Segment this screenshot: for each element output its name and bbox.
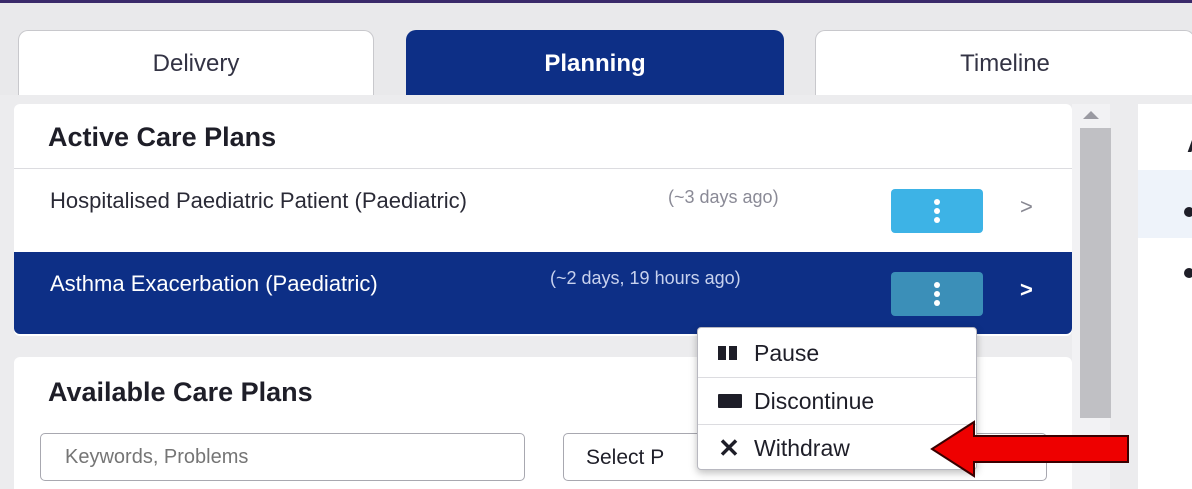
chevron-right-icon[interactable]: > xyxy=(1020,194,1033,220)
kebab-icon xyxy=(934,199,940,223)
bullet-icon xyxy=(1184,207,1192,217)
menu-item-pause[interactable]: Pause xyxy=(698,330,976,376)
right-panel-highlight xyxy=(1138,170,1192,238)
menu-item-label: Withdraw xyxy=(754,434,850,461)
right-panel xyxy=(1138,104,1192,489)
tab-planning[interactable]: Planning xyxy=(406,30,784,96)
menu-item-discontinue[interactable]: Discontinue xyxy=(698,377,976,424)
kebab-menu-button[interactable] xyxy=(891,189,983,233)
stop-icon xyxy=(716,392,742,410)
scrollbar-thumb[interactable] xyxy=(1080,128,1111,418)
tab-delivery[interactable]: Delivery xyxy=(18,30,374,96)
chevron-right-icon[interactable]: > xyxy=(1020,277,1033,303)
keywords-search-input[interactable] xyxy=(40,433,525,481)
tab-delivery-label: Delivery xyxy=(152,49,240,77)
kebab-icon xyxy=(934,282,940,306)
active-care-plans-card: Active Care Plans Hospitalised Paediatri… xyxy=(14,104,1072,336)
care-plan-row-selected[interactable]: Asthma Exacerbation (Paediatric) (~2 day… xyxy=(14,252,1072,334)
tab-bar: Delivery Planning Timeline xyxy=(0,3,1192,96)
active-care-plans-title: Active Care Plans xyxy=(48,122,277,152)
care-plan-row[interactable]: Hospitalised Paediatric Patient (Paediat… xyxy=(14,169,1072,251)
care-plan-name: Asthma Exacerbation (Paediatric) xyxy=(50,271,378,296)
tab-planning-label: Planning xyxy=(544,49,646,77)
tab-timeline[interactable]: Timeline xyxy=(815,30,1192,96)
available-care-plans-title: Available Care Plans xyxy=(48,377,313,407)
scroll-up-arrow-icon[interactable] xyxy=(1083,111,1099,119)
pause-icon xyxy=(716,344,742,362)
tab-timeline-label: Timeline xyxy=(960,49,1050,77)
care-plan-time: (~2 days, 19 hours ago) xyxy=(550,268,741,288)
close-icon: ✕ xyxy=(718,433,740,463)
care-plan-time: (~3 days ago) xyxy=(668,187,779,207)
app-window: Delivery Planning Timeline Active Care P… xyxy=(0,0,1192,489)
care-plan-name: Hospitalised Paediatric Patient (Paediat… xyxy=(50,188,467,213)
menu-item-label: Discontinue xyxy=(754,387,875,414)
right-panel-title: A xyxy=(1187,128,1192,159)
bullet-icon xyxy=(1184,268,1192,278)
kebab-menu-button[interactable] xyxy=(891,272,983,316)
red-arrow-icon xyxy=(930,420,1129,478)
menu-item-label: Pause xyxy=(754,339,820,366)
